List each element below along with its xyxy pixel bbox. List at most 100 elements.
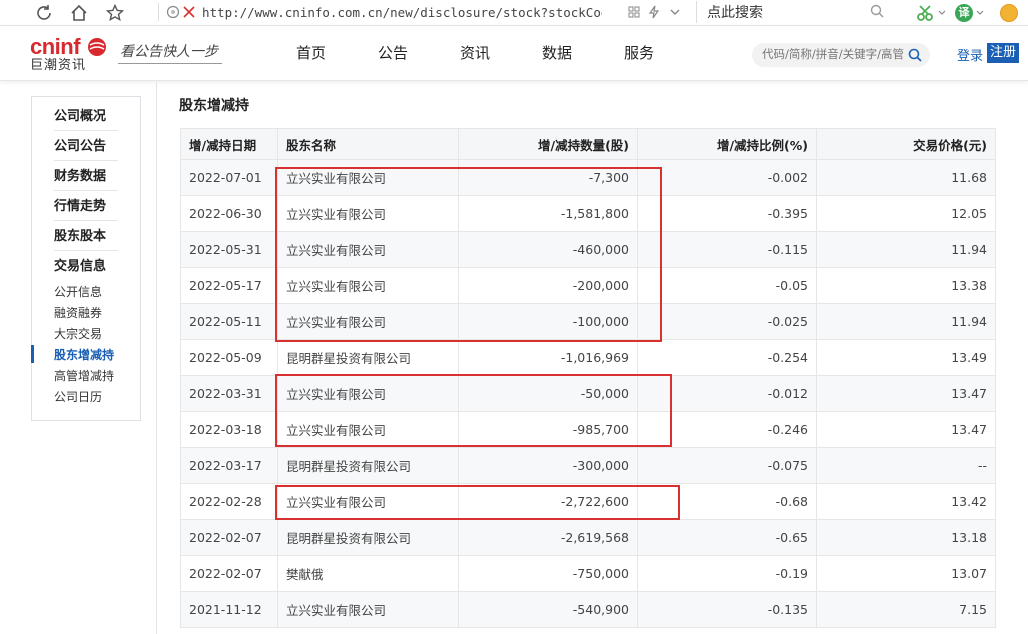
- sidebar-item-trading-info[interactable]: 交易信息: [54, 255, 118, 280]
- cell-price: --: [816, 447, 996, 484]
- home-icon[interactable]: [68, 2, 90, 24]
- url-text[interactable]: http://www.cninfo.com.cn/new/disclosure/…: [202, 5, 602, 20]
- shareholder-changes-table: 增/减持日期 股东名称 增/减持数量(股) 增/减持比例(%) 交易价格(元) …: [180, 128, 996, 628]
- cell-ratio: -0.115: [637, 231, 817, 268]
- cell-shareholder: 立兴实业有限公司: [277, 303, 459, 340]
- sidebar-item-financial-data[interactable]: 财务数据: [54, 165, 118, 191]
- sidebar-sub-executive-changes[interactable]: 高管增减持: [54, 367, 114, 384]
- cell-ratio: -0.395: [637, 195, 817, 232]
- col-header-quantity[interactable]: 增/减持数量(股): [458, 128, 638, 160]
- table-row[interactable]: 2022-03-17 昆明群星投资有限公司 -300,000 -0.075 --: [180, 447, 996, 484]
- cell-quantity: -200,000: [458, 267, 638, 304]
- cell-price: 13.38: [816, 267, 996, 304]
- search-icon[interactable]: [908, 48, 922, 62]
- register-button[interactable]: 注册: [987, 43, 1019, 63]
- translate-label: 译: [955, 4, 973, 22]
- sidebar-active-indicator: [31, 345, 34, 363]
- search-icon[interactable]: [870, 4, 884, 18]
- table-row[interactable]: 2022-06-30 立兴实业有限公司 -1,581,800 -0.395 12.05: [180, 195, 996, 232]
- sidebar-item-company-announcements[interactable]: 公司公告: [54, 135, 118, 161]
- cell-quantity: -7,300: [458, 159, 638, 196]
- cninfo-logo[interactable]: cninf 巨潮资讯: [30, 36, 110, 76]
- slogan: 看公告快人一步: [120, 44, 218, 60]
- lightning-icon[interactable]: [648, 5, 660, 19]
- table-row[interactable]: 2022-03-18 立兴实业有限公司 -985,700 -0.246 13.47: [180, 411, 996, 448]
- cell-shareholder: 立兴实业有限公司: [277, 195, 459, 232]
- table-row[interactable]: 2022-03-31 立兴实业有限公司 -50,000 -0.012 13.47: [180, 375, 996, 412]
- nav-announcements[interactable]: 公告: [352, 42, 434, 63]
- table-row[interactable]: 2022-02-07 樊献俄 -750,000 -0.19 13.07: [180, 555, 996, 592]
- refresh-icon[interactable]: [33, 2, 55, 24]
- sidebar-sub-public-info[interactable]: 公开信息: [54, 283, 102, 300]
- insecure-icon[interactable]: [182, 5, 196, 19]
- cell-ratio: -0.075: [637, 447, 817, 484]
- table-row[interactable]: 2022-05-11 立兴实业有限公司 -100,000 -0.025 11.94: [180, 303, 996, 340]
- logo-mark-icon: [88, 38, 106, 56]
- table-row[interactable]: 2022-05-17 立兴实业有限公司 -200,000 -0.05 13.38: [180, 267, 996, 304]
- cell-quantity: -1,581,800: [458, 195, 638, 232]
- cell-quantity: -2,722,600: [458, 483, 638, 520]
- browser-toolbar: http://www.cninfo.com.cn/new/disclosure/…: [0, 0, 1028, 26]
- sidebar-item-shareholders[interactable]: 股东股本: [54, 225, 118, 251]
- site-header: cninf 巨潮资讯 看公告快人一步 首页 公告 资讯 数据 服务 登录 注册: [0, 27, 1028, 81]
- browser-search-placeholder: 点此搜索: [707, 5, 763, 21]
- col-header-price[interactable]: 交易价格(元): [816, 128, 996, 160]
- scissors-icon[interactable]: [916, 2, 946, 24]
- content-divider: [156, 82, 157, 634]
- cell-quantity: -100,000: [458, 303, 638, 340]
- table-body: 2022-07-01 立兴实业有限公司 -7,300 -0.002 11.68 2022-…: [180, 159, 996, 628]
- table-row[interactable]: 2021-11-12 立兴实业有限公司 -540,900 -0.135 7.15: [180, 591, 996, 628]
- nav-news[interactable]: 资讯: [434, 42, 516, 63]
- cell-price: 11.94: [816, 231, 996, 268]
- table-row[interactable]: 2022-02-28 立兴实业有限公司 -2,722,600 -0.68 13.42: [180, 483, 996, 520]
- cell-ratio: -0.68: [637, 483, 817, 520]
- cell-ratio: -0.19: [637, 555, 817, 592]
- cell-price: 12.05: [816, 195, 996, 232]
- sidebar-item-company-profile[interactable]: 公司概况: [54, 105, 118, 131]
- cell-shareholder: 立兴实业有限公司: [277, 411, 459, 448]
- site-info-icon[interactable]: [166, 5, 180, 19]
- main-nav: 首页 公告 资讯 数据 服务: [270, 42, 680, 63]
- col-header-ratio[interactable]: 增/减持比例(%): [637, 128, 817, 160]
- table-row[interactable]: 2022-07-01 立兴实业有限公司 -7,300 -0.002 11.68: [180, 159, 996, 196]
- cell-price: 13.18: [816, 519, 996, 556]
- table-row[interactable]: 2022-02-07 昆明群星投资有限公司 -2,619,568 -0.65 13.18: [180, 519, 996, 556]
- cell-quantity: -750,000: [458, 555, 638, 592]
- grid-icon[interactable]: [628, 6, 640, 18]
- nav-home[interactable]: 首页: [270, 42, 352, 63]
- cell-price: 11.68: [816, 159, 996, 196]
- site-search-input[interactable]: [762, 47, 906, 61]
- browser-search[interactable]: 点此搜索: [696, 1, 892, 23]
- cell-price: 13.42: [816, 483, 996, 520]
- translate-icon[interactable]: 译: [955, 2, 984, 24]
- cell-date: 2022-03-18: [180, 411, 278, 448]
- star-icon[interactable]: [104, 2, 126, 24]
- cell-quantity: -540,900: [458, 591, 638, 628]
- cell-ratio: -0.135: [637, 591, 817, 628]
- chevron-down-icon[interactable]: [670, 9, 680, 16]
- cell-shareholder: 立兴实业有限公司: [277, 231, 459, 268]
- cell-date: 2022-05-11: [180, 303, 278, 340]
- nav-data[interactable]: 数据: [516, 42, 598, 63]
- cell-shareholder: 樊献俄: [277, 555, 459, 592]
- cell-quantity: -2,619,568: [458, 519, 638, 556]
- table-row[interactable]: 2022-05-31 立兴实业有限公司 -460,000 -0.115 11.94: [180, 231, 996, 268]
- site-search[interactable]: [752, 43, 930, 67]
- extension-icon[interactable]: [1000, 2, 1018, 24]
- cell-shareholder: 立兴实业有限公司: [277, 267, 459, 304]
- nav-services[interactable]: 服务: [598, 42, 680, 63]
- login-link[interactable]: 登录: [957, 45, 983, 64]
- cell-quantity: -1,016,969: [458, 339, 638, 376]
- cell-date: 2022-03-31: [180, 375, 278, 412]
- cell-shareholder: 立兴实业有限公司: [277, 375, 459, 412]
- address-bar[interactable]: http://www.cninfo.com.cn/new/disclosure/…: [158, 1, 690, 23]
- sidebar-sub-company-calendar[interactable]: 公司日历: [54, 388, 102, 405]
- sidebar-item-market-trend[interactable]: 行情走势: [54, 195, 118, 221]
- cell-price: 13.49: [816, 339, 996, 376]
- col-header-date[interactable]: 增/减持日期: [180, 128, 278, 160]
- table-row[interactable]: 2022-05-09 昆明群星投资有限公司 -1,016,969 -0.254 13.4…: [180, 339, 996, 376]
- sidebar-sub-shareholder-changes[interactable]: 股东增减持: [54, 346, 114, 363]
- sidebar-sub-block-trade[interactable]: 大宗交易: [54, 325, 102, 342]
- sidebar-sub-margin-trading[interactable]: 融资融券: [54, 304, 102, 321]
- col-header-shareholder[interactable]: 股东名称: [277, 128, 459, 160]
